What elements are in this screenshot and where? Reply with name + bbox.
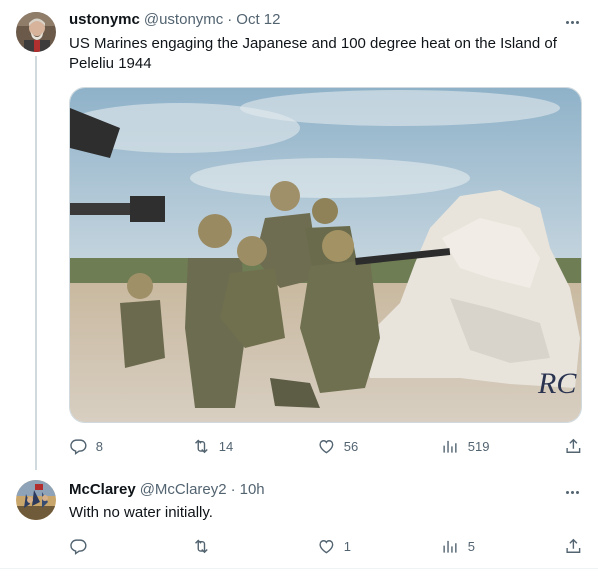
views-icon [443, 440, 457, 453]
views-button[interactable]: 519 [441, 436, 489, 456]
reply-button[interactable]: 8 [69, 436, 103, 456]
reply-count: 8 [95, 438, 103, 454]
action-bar: 1 5 [69, 536, 582, 556]
thread-line [35, 56, 37, 470]
more-icon[interactable] [562, 483, 582, 501]
tweet-text-line: Peleliu 1944 [69, 55, 152, 72]
timestamp[interactable]: 10h [240, 481, 265, 498]
tweet-header: McClarey @McClarey2 · 10h [69, 481, 265, 498]
reply-icon [70, 539, 87, 555]
views-button[interactable]: 5 [441, 536, 475, 556]
share-button[interactable] [564, 436, 583, 456]
like-count: 56 [343, 438, 359, 454]
retweet-button[interactable]: 14 [192, 436, 233, 456]
reply-button[interactable] [69, 536, 88, 556]
tweet[interactable]: McClarey @McClarey2 · 10h With no water … [0, 470, 598, 568]
heart-icon [319, 539, 334, 554]
user-handle[interactable]: @McClarey2 [140, 481, 227, 498]
avatar[interactable] [16, 12, 56, 52]
tweet-photo[interactable]: RC [69, 87, 582, 423]
share-icon [566, 438, 581, 453]
views-count: 519 [467, 438, 490, 454]
tweet[interactable]: ustonymc @ustonymc · Oct 12 US Marines e… [0, 0, 598, 470]
like-count: 1 [343, 538, 351, 554]
watermark-logo: RC [537, 367, 577, 400]
tweet-header: ustonymc @ustonymc · Oct 12 [69, 11, 280, 28]
like-button[interactable]: 1 [317, 536, 351, 556]
separator-dot: · [230, 481, 236, 498]
user-handle[interactable]: @ustonymc [144, 11, 223, 28]
svg-text:RC: RC [537, 367, 577, 400]
tweet-text: US Marines engaging the Japanese and 100… [69, 34, 574, 74]
retweet-icon [195, 439, 208, 453]
separator-dot: · [227, 11, 233, 28]
reply-icon [70, 439, 87, 455]
action-bar: 8 14 56 519 [69, 436, 582, 456]
tweet-text: With no water initially. [69, 504, 213, 521]
timestamp[interactable]: Oct 12 [236, 11, 280, 28]
share-button[interactable] [564, 536, 583, 556]
divider [0, 568, 598, 569]
retweet-icon [195, 539, 208, 553]
display-name[interactable]: ustonymc [69, 11, 140, 28]
views-icon [443, 540, 457, 553]
heart-icon [319, 439, 334, 454]
avatar[interactable] [16, 480, 56, 520]
tweet-text-line: US Marines engaging the Japanese and 100… [69, 35, 557, 52]
retweet-count: 14 [218, 438, 234, 454]
display-name[interactable]: McClarey [69, 481, 136, 498]
share-icon [566, 538, 581, 553]
views-count: 5 [467, 538, 475, 554]
retweet-button[interactable] [192, 536, 211, 556]
more-icon[interactable] [562, 13, 582, 31]
like-button[interactable]: 56 [317, 436, 358, 456]
